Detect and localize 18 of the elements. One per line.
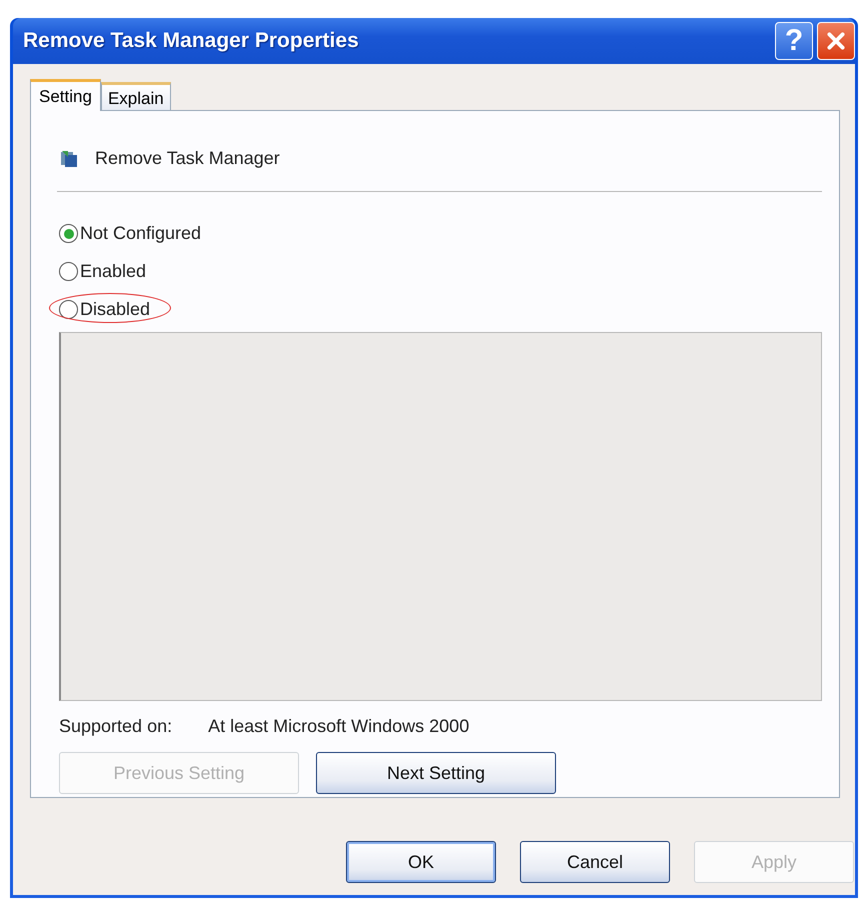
radio-button[interactable] [59, 224, 78, 243]
close-button[interactable] [817, 22, 855, 60]
tab[interactable]: Setting [30, 79, 101, 111]
window-title: Remove Task Manager Properties [23, 29, 359, 53]
supported-value: At least Microsoft Windows 2000 [208, 716, 470, 737]
nav-button[interactable]: Next Setting [316, 752, 556, 794]
supported-label: Supported on: [59, 716, 172, 737]
radio-label[interactable]: Not Configured [80, 223, 202, 244]
radio-button[interactable] [59, 262, 78, 281]
tab[interactable]: Explain [100, 82, 171, 110]
close-icon [825, 30, 847, 52]
dialog-button[interactable]: Cancel [520, 841, 670, 883]
radio-label[interactable]: Enabled [80, 261, 146, 282]
dialog-button[interactable]: OK [346, 841, 496, 883]
policy-name: Remove Task Manager [95, 148, 280, 169]
policy-icon [59, 148, 79, 168]
radio-label[interactable]: Disabled [80, 299, 150, 320]
radio-button[interactable] [59, 300, 78, 319]
